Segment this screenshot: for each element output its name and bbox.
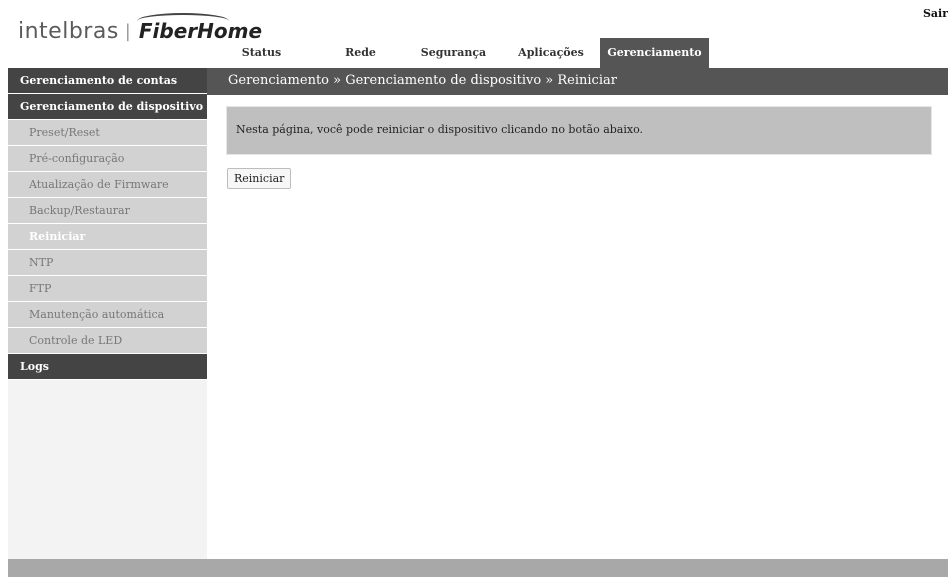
sidebar-item-controle-led[interactable]: Controle de LED — [8, 328, 207, 354]
tab-gerenciamento[interactable]: Gerenciamento — [600, 38, 709, 68]
sidebar-item-ftp[interactable]: FTP — [8, 276, 207, 302]
breadcrumb: Gerenciamento » Gerenciamento de disposi… — [228, 73, 617, 88]
top-nav: Status Rede Segurança Aplicações Gerenci… — [207, 38, 709, 68]
main-content: Nesta página, você pode reiniciar o disp… — [207, 95, 948, 559]
sidebar-item-preset-reset[interactable]: Preset/Reset — [8, 120, 207, 146]
sidebar-group-gerenciamento-contas[interactable]: Gerenciamento de contas — [8, 68, 207, 94]
tab-seguranca[interactable]: Segurança — [405, 38, 502, 68]
logo-intelbras: intelbras — [18, 18, 119, 44]
sidebar-item-pre-configuracao[interactable]: Pré-configuração — [8, 146, 207, 172]
footer-bar — [8, 559, 948, 577]
sidebar-item-atualizacao-firmware[interactable]: Atualização de Firmware — [8, 172, 207, 198]
tab-status[interactable]: Status — [207, 38, 316, 68]
sidebar-item-manutencao-automatica[interactable]: Manutenção automática — [8, 302, 207, 328]
sidebar-group-logs[interactable]: Logs — [8, 354, 207, 380]
sidebar-group-gerenciamento-dispositivo[interactable]: Gerenciamento de dispositivo — [8, 94, 207, 120]
logo-arc-icon — [136, 13, 229, 29]
sidebar-item-ntp[interactable]: NTP — [8, 250, 207, 276]
logo-separator: | — [124, 20, 131, 42]
sidebar-item-backup-restaurar[interactable]: Backup/Restaurar — [8, 198, 207, 224]
logout-link[interactable]: Sair — [923, 7, 948, 20]
info-box: Nesta página, você pode reiniciar o disp… — [226, 106, 932, 155]
tab-rede[interactable]: Rede — [316, 38, 405, 68]
sidebar-item-reiniciar[interactable]: Reiniciar — [8, 224, 207, 250]
tab-aplicacoes[interactable]: Aplicações — [502, 38, 600, 68]
info-text: Nesta página, você pode reiniciar o disp… — [236, 123, 643, 136]
sidebar: Gerenciamento de contas Gerenciamento de… — [8, 68, 207, 559]
restart-button[interactable]: Reiniciar — [227, 168, 292, 189]
